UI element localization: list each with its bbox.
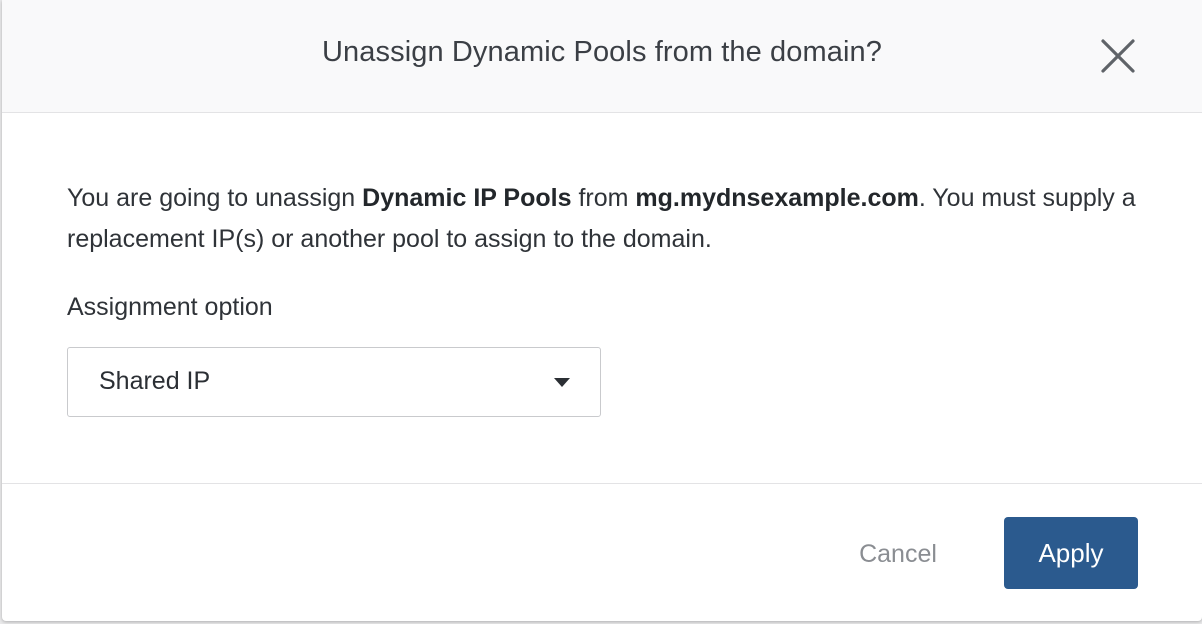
dialog-title: Unassign Dynamic Pools from the domain? xyxy=(322,36,882,68)
description-text-1: You are going to unassign xyxy=(67,184,363,212)
caret-down-icon xyxy=(554,378,570,387)
close-button[interactable] xyxy=(1100,38,1136,74)
cancel-button[interactable]: Cancel xyxy=(840,534,956,574)
assignment-option-label: Assignment option xyxy=(67,293,273,321)
dialog-description: You are going to unassign Dynamic IP Poo… xyxy=(67,178,1147,260)
dialog-footer: Cancel Apply xyxy=(2,483,1202,621)
assignment-option-select[interactable]: Shared IP xyxy=(67,347,601,417)
domain-name: mg.mydnsexample.com xyxy=(635,184,919,212)
dialog-body: You are going to unassign Dynamic IP Poo… xyxy=(2,113,1202,483)
assignment-selected-value: Shared IP xyxy=(99,367,211,395)
unassign-pools-dialog: Unassign Dynamic Pools from the domain? … xyxy=(2,0,1202,621)
apply-button[interactable]: Apply xyxy=(1004,517,1138,589)
description-text-2: from xyxy=(571,184,636,212)
dialog-header: Unassign Dynamic Pools from the domain? xyxy=(2,0,1202,113)
close-icon xyxy=(1101,39,1135,73)
pool-name: Dynamic IP Pools xyxy=(362,184,572,212)
